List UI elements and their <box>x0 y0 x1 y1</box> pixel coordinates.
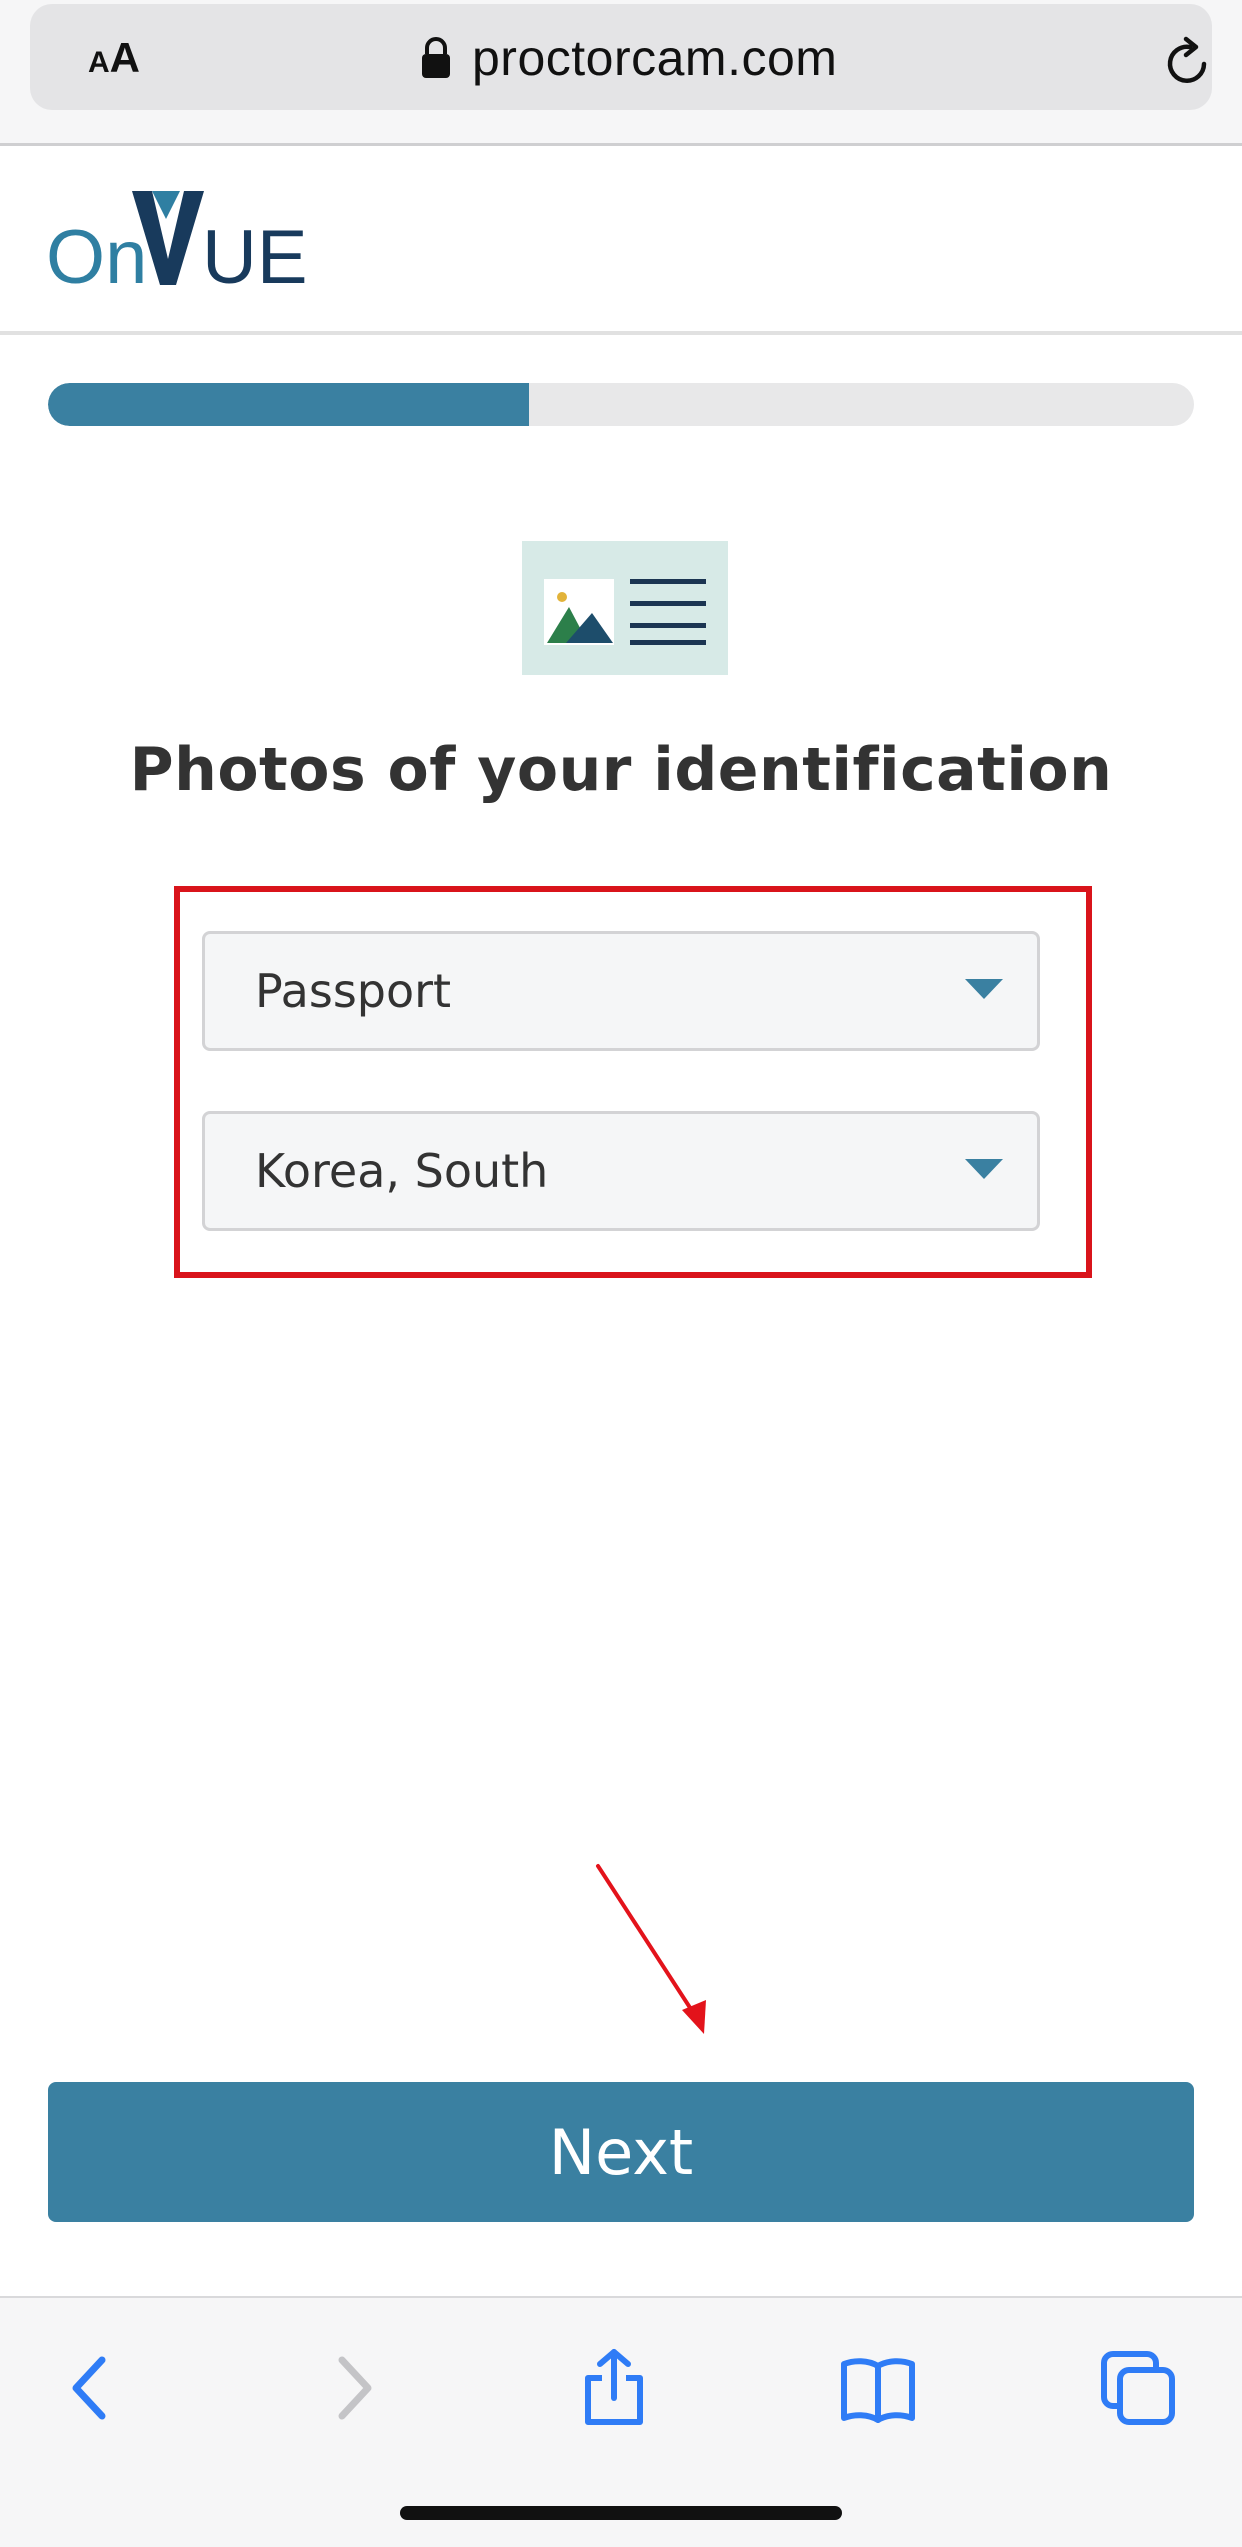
chevron-left-icon[interactable] <box>52 2348 132 2428</box>
country-select[interactable]: Korea, South <box>202 1111 1040 1231</box>
country-select-value: Korea, South <box>255 1144 549 1198</box>
onvue-logo[interactable]: On UE <box>46 185 306 295</box>
text-size-large-label: A <box>109 34 141 81</box>
text-size-small-label: A <box>88 46 110 79</box>
page-title: Photos of your identification <box>129 735 1113 805</box>
browser-address-bar: AA proctorcam.com <box>0 0 1242 146</box>
reload-icon[interactable] <box>1160 34 1216 90</box>
url-text: proctorcam.com <box>472 30 838 86</box>
id-type-select[interactable]: Passport <box>202 931 1040 1051</box>
url-field[interactable]: AA proctorcam.com <box>30 4 1212 110</box>
tabs-icon[interactable] <box>1098 2348 1178 2428</box>
caret-down-icon <box>965 1159 1003 1179</box>
annotation-arrow <box>596 1864 706 2034</box>
text-size-button[interactable]: AA <box>88 34 158 88</box>
book-icon[interactable] <box>838 2348 918 2428</box>
progress-bar <box>48 383 1194 426</box>
logo-text-on: On <box>46 215 147 295</box>
lock-icon <box>422 37 450 78</box>
logo-text-ue: UE <box>202 215 306 295</box>
home-indicator <box>400 2506 842 2520</box>
share-icon[interactable] <box>574 2348 654 2428</box>
chevron-right-icon[interactable] <box>312 2348 392 2428</box>
next-button[interactable]: Next <box>48 2082 1194 2222</box>
next-button-label: Next <box>548 2115 694 2189</box>
url-display[interactable]: proctorcam.com <box>420 26 837 90</box>
progress-bar-fill <box>48 383 530 426</box>
site-header: On UE <box>0 149 1242 335</box>
id-card-icon <box>522 541 728 675</box>
caret-down-icon <box>965 979 1003 999</box>
id-type-select-value: Passport <box>255 964 452 1018</box>
